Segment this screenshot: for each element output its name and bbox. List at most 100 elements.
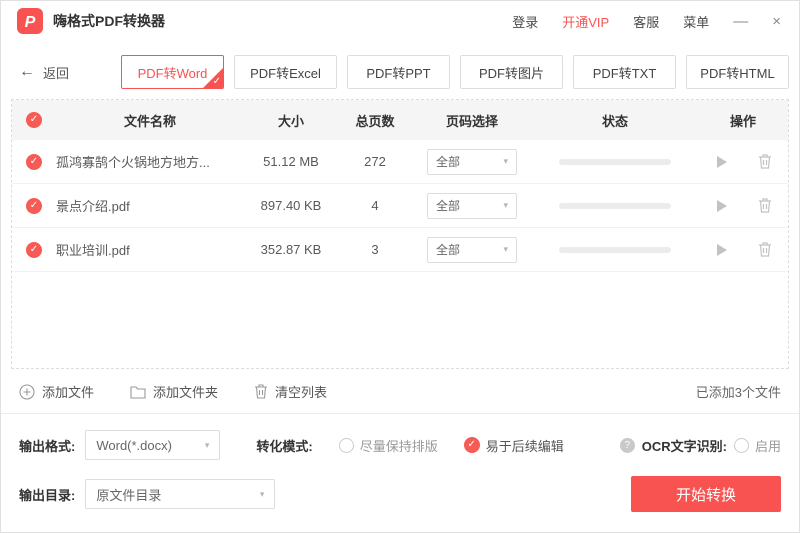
table-row: ✓ 景点介绍.pdf 897.40 KB 4 全部 ▾ <box>12 184 788 228</box>
file-pages: 4 <box>338 198 412 213</box>
col-total-pages: 总页数 <box>338 111 412 130</box>
tab-bar: ← 返回 PDF转Word ✓ PDF转Excel PDF转PPT PDF转图片… <box>1 41 799 99</box>
table-row: ✓ 孤鸿寡鹄个火锅地方地方... 51.12 MB 272 全部 ▾ <box>12 140 788 184</box>
ocr-label: OCR文字识别: <box>642 436 727 455</box>
clear-list-label: 清空列表 <box>275 382 327 401</box>
output-dir-select[interactable]: 原文件目录 ▾ <box>85 479 275 509</box>
radio-label: 启用 <box>755 436 781 455</box>
tab-label: PDF转Word <box>138 63 208 82</box>
page-select-dropdown[interactable]: 全部 ▾ <box>427 149 517 175</box>
page-select-dropdown[interactable]: 全部 ▾ <box>427 237 517 263</box>
tab-pdf-to-image[interactable]: PDF转图片 <box>460 55 563 89</box>
plus-circle-icon <box>19 384 35 400</box>
radio-keep-layout[interactable]: 尽量保持排版 <box>339 436 438 455</box>
row-checkbox[interactable]: ✓ <box>26 242 42 258</box>
start-convert-button[interactable]: 开始转换 <box>631 476 781 512</box>
chevron-down-icon: ▾ <box>503 244 508 255</box>
svg-text:P: P <box>25 14 36 31</box>
tab-label: PDF转PPT <box>366 63 430 82</box>
app-logo-icon: P <box>17 8 43 34</box>
col-size: 大小 <box>244 111 338 130</box>
chevron-down-icon: ▾ <box>503 156 508 167</box>
output-format-value: Word(*.docx) <box>96 438 172 453</box>
file-name: 景点介绍.pdf <box>56 196 244 215</box>
convert-mode-label: 转化模式: <box>256 436 312 455</box>
add-file-button[interactable]: 添加文件 <box>19 382 94 401</box>
chevron-down-icon: ▾ <box>503 200 508 211</box>
radio-checked-icon: ✓ <box>464 437 480 453</box>
table-header: ✓ 文件名称 大小 总页数 页码选择 状态 操作 <box>12 100 788 140</box>
play-icon[interactable] <box>714 243 728 257</box>
tab-label: PDF转图片 <box>479 63 544 82</box>
select-all-checkbox[interactable]: ✓ <box>26 112 42 128</box>
radio-ocr-enable[interactable]: 启用 <box>734 436 781 455</box>
file-size: 352.87 KB <box>244 242 338 257</box>
play-icon[interactable] <box>714 155 728 169</box>
file-size: 897.40 KB <box>244 198 338 213</box>
progress-bar <box>559 247 671 253</box>
trash-icon[interactable] <box>758 242 772 257</box>
radio-label: 尽量保持排版 <box>360 436 438 455</box>
file-size: 51.12 MB <box>244 154 338 169</box>
progress-bar <box>559 203 671 209</box>
close-button[interactable]: × <box>772 14 781 29</box>
radio-unchecked-icon <box>734 438 749 453</box>
page-select-dropdown[interactable]: 全部 ▾ <box>427 193 517 219</box>
file-pages: 3 <box>338 242 412 257</box>
page-select-value: 全部 <box>436 197 460 214</box>
progress-bar <box>559 159 671 165</box>
customer-service-link[interactable]: 客服 <box>633 12 659 31</box>
output-dir-value: 原文件目录 <box>96 485 161 504</box>
add-folder-label: 添加文件夹 <box>153 382 218 401</box>
tab-label: PDF转TXT <box>593 63 657 82</box>
radio-unchecked-icon <box>339 438 354 453</box>
tab-pdf-to-html[interactable]: PDF转HTML <box>686 55 789 89</box>
added-count: 已添加3个文件 <box>696 382 781 401</box>
play-icon[interactable] <box>714 199 728 213</box>
folder-icon <box>130 385 146 399</box>
settings-panel: 输出格式: Word(*.docx) ▾ 转化模式: 尽量保持排版 ✓ 易于后续… <box>1 413 799 512</box>
login-link[interactable]: 登录 <box>512 12 538 31</box>
title-bar: P 嗨格式PDF转换器 登录 开通VIP 客服 菜单 — × <box>1 1 799 41</box>
row-checkbox[interactable]: ✓ <box>26 198 42 214</box>
output-dir-label: 输出目录: <box>19 485 75 504</box>
list-toolbar: 添加文件 添加文件夹 清空列表 已添加3个文件 <box>19 382 781 401</box>
tab-pdf-to-excel[interactable]: PDF转Excel <box>234 55 337 89</box>
file-pages: 272 <box>338 154 412 169</box>
trash-icon <box>254 384 268 399</box>
tab-pdf-to-word[interactable]: PDF转Word ✓ <box>121 55 224 89</box>
row-checkbox[interactable]: ✓ <box>26 154 42 170</box>
col-status: 状态 <box>532 111 698 130</box>
file-name: 职业培训.pdf <box>56 240 244 259</box>
active-check-icon: ✓ <box>213 77 221 87</box>
minimize-button[interactable]: — <box>733 14 748 29</box>
output-format-select[interactable]: Word(*.docx) ▾ <box>85 430 220 460</box>
add-folder-button[interactable]: 添加文件夹 <box>130 382 218 401</box>
back-label: 返回 <box>43 63 69 82</box>
tab-label: PDF转Excel <box>250 63 321 82</box>
vip-link[interactable]: 开通VIP <box>562 12 609 31</box>
tab-pdf-to-ppt[interactable]: PDF转PPT <box>347 55 450 89</box>
table-row: ✓ 职业培训.pdf 352.87 KB 3 全部 ▾ <box>12 228 788 272</box>
trash-icon[interactable] <box>758 154 772 169</box>
tab-pdf-to-txt[interactable]: PDF转TXT <box>573 55 676 89</box>
page-select-value: 全部 <box>436 153 460 170</box>
trash-icon[interactable] <box>758 198 772 213</box>
add-file-label: 添加文件 <box>42 382 94 401</box>
file-table: ✓ 文件名称 大小 总页数 页码选择 状态 操作 ✓ 孤鸿寡鹄个火锅地方地方..… <box>11 99 789 369</box>
help-icon[interactable]: ? <box>620 438 635 453</box>
col-actions: 操作 <box>698 111 788 130</box>
clear-list-button[interactable]: 清空列表 <box>254 382 327 401</box>
back-button[interactable]: ← 返回 <box>19 63 111 82</box>
tab-label: PDF转HTML <box>700 63 774 82</box>
chevron-down-icon: ▾ <box>260 489 265 500</box>
menu-link[interactable]: 菜单 <box>683 12 709 31</box>
back-arrow-icon: ← <box>19 63 35 81</box>
chevron-down-icon: ▾ <box>205 440 210 451</box>
radio-label: 易于后续编辑 <box>486 436 564 455</box>
col-file-name: 文件名称 <box>56 111 244 130</box>
output-format-label: 输出格式: <box>19 436 75 455</box>
radio-easy-edit[interactable]: ✓ 易于后续编辑 <box>464 436 564 455</box>
app-title: 嗨格式PDF转换器 <box>53 11 165 31</box>
file-name: 孤鸿寡鹄个火锅地方地方... <box>56 152 244 171</box>
